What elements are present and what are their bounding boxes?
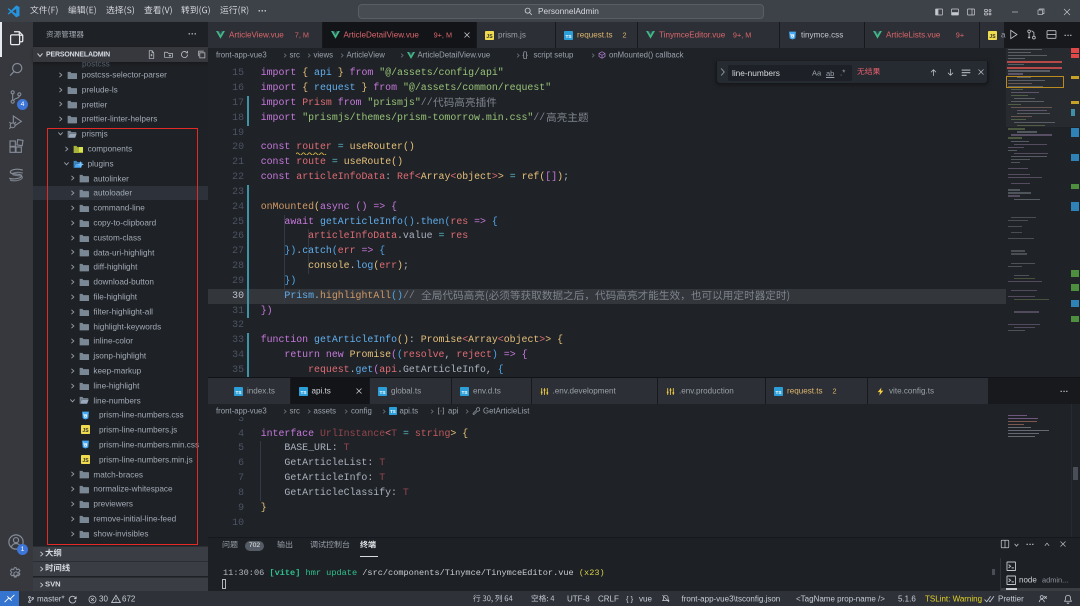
svg-text:TS: TS — [300, 389, 306, 395]
svg-text:JS: JS — [486, 34, 493, 40]
svg-text:TS: TS — [379, 389, 385, 395]
svg-text:TS: TS — [565, 33, 571, 39]
svg-text:TS: TS — [390, 409, 396, 414]
svg-text:TS: TS — [235, 389, 241, 395]
svg-text:JS: JS — [989, 34, 996, 40]
svg-text:TS: TS — [461, 389, 467, 395]
svg-text:TS: TS — [775, 389, 781, 395]
